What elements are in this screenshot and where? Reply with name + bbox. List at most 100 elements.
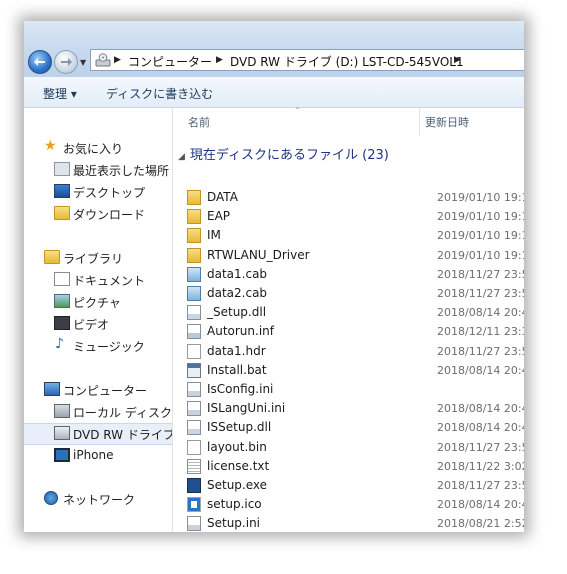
file-row[interactable]: ISLangUni.ini 2018/08/14 20:47 (185, 399, 524, 418)
arrow-right-icon (61, 58, 72, 66)
file-modified-date: 2018/08/14 20:47 (437, 402, 524, 416)
file-modified-date: 2019/01/10 19:12 (437, 248, 524, 262)
nav-favorites[interactable]: ★ お気に入り (24, 138, 172, 158)
file-modified-date: 2019/01/10 19:12 (437, 210, 524, 224)
file-row[interactable]: DATA 2019/01/10 19:11 (185, 188, 524, 207)
downloads-icon (54, 206, 70, 220)
file-name: data1.cab (207, 266, 268, 281)
nav-pictures-label: ピクチャ (73, 296, 121, 310)
nav-computer[interactable]: コンピューター (24, 380, 172, 400)
navigation-bar: ▼ ▶ コンピューター ▶ DVD RW ドライブ (D:) LST-CD-54… (24, 21, 524, 77)
nav-recent-places-label: 最近表示した場所 (73, 164, 170, 178)
file-name: _Setup.dll (207, 305, 267, 320)
settings-file-icon (187, 382, 201, 397)
file-name: DATA (207, 190, 238, 204)
file-row[interactable]: data2.cab 2018/11/27 23:59 (185, 284, 524, 303)
nav-documents[interactable]: ドキュメント (24, 270, 172, 290)
address-bar[interactable]: ▶ コンピューター ▶ DVD RW ドライブ (D:) LST-CD-545V… (90, 49, 524, 71)
navigation-pane: ★ お気に入り 最近表示した場所 デスクトップ ダウンロード ライブラリ ドキュ… (24, 108, 180, 532)
file-row[interactable]: ISSetup.dll 2018/08/14 20:47 (185, 418, 524, 437)
breadcrumb-computer[interactable]: コンピューター (128, 53, 212, 70)
file-row[interactable]: license.txt 2018/11/22 3:02 (185, 457, 524, 476)
back-button[interactable] (28, 50, 52, 74)
breadcrumb-dvd-drive[interactable]: DVD RW ドライブ (D:) LST-CD-545VOL1 (230, 53, 464, 70)
sort-ascending-icon: ⌃ (294, 106, 301, 115)
network-icon (44, 491, 58, 505)
nav-music-label: ミュージック (73, 340, 145, 354)
nav-iphone[interactable]: iPhone (24, 446, 172, 466)
cab-archive-icon (187, 286, 201, 301)
group-header-label: 現在ディスクにあるファイル (23) (189, 148, 389, 163)
hard-disk-icon (54, 404, 70, 418)
file-modified-date: 2018/11/27 23:59 (437, 344, 524, 358)
file-modified-date: 2018/08/14 20:47 (437, 421, 524, 435)
file-row[interactable]: IM 2019/01/10 19:12 (185, 226, 524, 245)
computer-icon (44, 382, 60, 396)
column-header-name[interactable]: 名前 (188, 114, 210, 130)
videos-icon (54, 316, 70, 330)
forward-button[interactable] (54, 50, 78, 74)
nav-pictures[interactable]: ピクチャ (24, 292, 172, 312)
file-modified-date: 2018/08/14 20:47 (437, 363, 524, 377)
setup-info-icon (187, 324, 201, 340)
nav-music[interactable]: ♪ ミュージック (24, 336, 172, 356)
group-header[interactable]: ◢ 現在ディスクにあるファイル (23) (178, 144, 389, 163)
file-row[interactable]: layout.bin 2018/11/27 23:59 (185, 438, 524, 457)
nav-desktop[interactable]: デスクトップ (24, 182, 172, 202)
nav-desktop-label: デスクトップ (73, 186, 146, 200)
breadcrumb-separator-icon[interactable]: ▶ (454, 55, 461, 65)
file-row[interactable]: data1.hdr 2018/11/27 23:59 (185, 342, 524, 361)
nav-local-disk-label: ローカル ディスク ( (73, 406, 181, 420)
nav-iphone-label: iPhone (73, 448, 114, 462)
dvd-drive-icon (95, 53, 111, 67)
star-icon: ★ (44, 138, 57, 154)
folder-icon (187, 209, 201, 225)
file-name: data1.hdr (207, 343, 266, 358)
file-name: RTWLANU_Driver (207, 247, 310, 262)
phone-icon (54, 448, 70, 462)
file-modified-date: 2018/11/22 3:02 (437, 459, 524, 473)
file-row[interactable]: Autorun.inf 2018/12/11 23:34 (185, 322, 524, 341)
nav-libraries[interactable]: ライブラリ (24, 248, 172, 268)
nav-downloads[interactable]: ダウンロード (24, 204, 172, 224)
file-row[interactable]: _Setup.dll 2018/08/14 20:47 (185, 303, 524, 322)
file-row[interactable]: IsConfig.ini (185, 380, 524, 399)
file-modified-date: 2019/01/10 19:12 (437, 229, 524, 243)
file-name: layout.bin (207, 439, 267, 454)
file-name: IsConfig.ini (207, 382, 274, 396)
file-row[interactable]: RTWLANU_Driver 2019/01/10 19:12 (185, 246, 524, 265)
folder-icon (187, 228, 201, 244)
column-header-modified[interactable]: 更新日時 (425, 114, 469, 130)
file-name: data2.cab (207, 286, 268, 300)
file-row[interactable]: Setup.ini 2018/08/21 2:52 (185, 514, 524, 532)
file-row[interactable]: Install.bat 2018/08/14 20:47 (185, 361, 524, 380)
file-name: IM (207, 228, 221, 243)
nav-network[interactable]: ネットワーク (24, 489, 172, 509)
recent-pages-dropdown[interactable]: ▼ (80, 58, 86, 67)
nav-videos[interactable]: ビデオ (24, 314, 172, 334)
breadcrumb-separator-icon[interactable]: ▶ (114, 55, 121, 65)
burn-to-disc-button[interactable]: ディスクに書き込む (106, 85, 213, 102)
dll-file-icon (187, 305, 201, 321)
cab-archive-icon (187, 266, 201, 282)
nav-dvd-drive[interactable]: DVD RW ドライブ (24, 423, 175, 445)
file-row[interactable]: setup.ico 2018/08/14 20:47 (185, 495, 524, 514)
nav-recent-places[interactable]: 最近表示した場所 (24, 160, 172, 180)
file-list: ⌃ 名前 更新日時 ◢ 現在ディスクにあるファイル (23) DATA 2019/0… (173, 106, 524, 532)
pictures-icon (54, 294, 70, 308)
command-bar: 整理 ▾ ディスクに書き込む (24, 77, 524, 108)
folder-icon (187, 247, 201, 263)
file-row[interactable]: Setup.exe 2018/11/27 23:59 (185, 476, 524, 495)
column-divider[interactable] (419, 108, 420, 136)
file-name: license.txt (207, 458, 270, 473)
nav-network-label: ネットワーク (63, 493, 136, 507)
file-modified-date: 2018/11/27 23:59 (437, 479, 524, 492)
image-file-icon (187, 497, 201, 513)
organize-button[interactable]: 整理 ▾ (43, 85, 77, 102)
nav-local-disk[interactable]: ローカル ディスク ( (24, 402, 180, 422)
file-row[interactable]: data1.cab 2018/11/27 23:59 (185, 265, 524, 284)
file-row[interactable]: EAP 2019/01/10 19:12 (185, 207, 524, 226)
breadcrumb-separator-icon[interactable]: ▶ (216, 55, 223, 65)
nav-videos-label: ビデオ (73, 318, 110, 332)
file-name: Install.bat (207, 362, 267, 377)
